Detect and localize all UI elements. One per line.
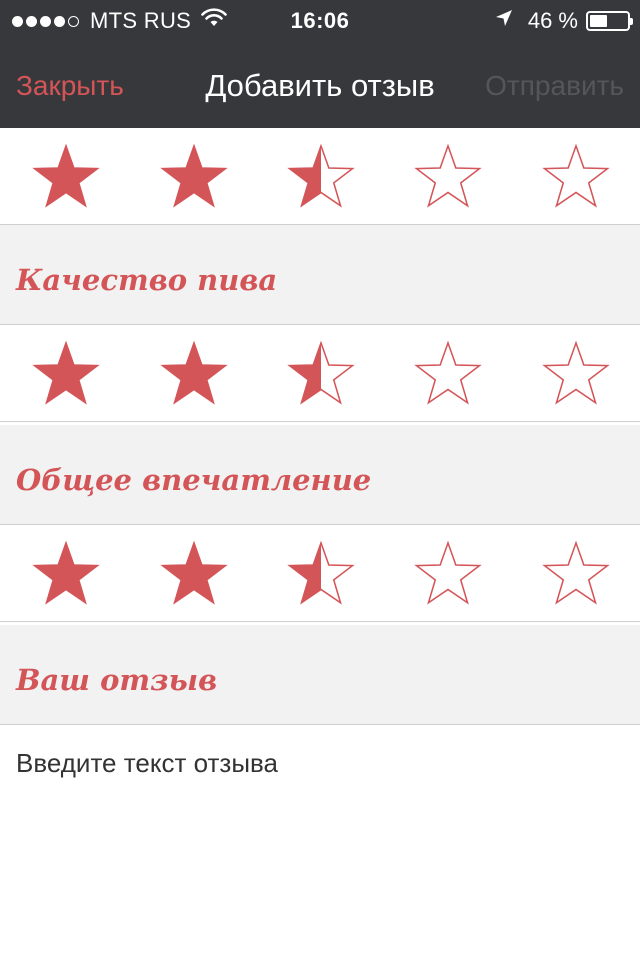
send-button[interactable]: Отправить — [485, 70, 624, 102]
top-bar: MTS RUS 16:06 46 % Закрыть Добавить отзы… — [0, 0, 640, 128]
star-icon[interactable] — [413, 339, 483, 407]
star-icon[interactable] — [286, 142, 356, 210]
battery-cap — [630, 18, 633, 25]
star-icon[interactable] — [413, 142, 483, 210]
review-text-input[interactable] — [14, 746, 628, 940]
star-icon[interactable] — [541, 339, 611, 407]
battery-icon — [586, 11, 633, 31]
star-icon[interactable] — [413, 539, 483, 607]
section-header-your-review: Ваш отзыв — [0, 625, 640, 725]
section-label: Ваш отзыв — [16, 663, 218, 697]
navigation-bar: Закрыть Добавить отзыв Отправить — [0, 40, 640, 128]
star-icon[interactable] — [286, 339, 356, 407]
status-right: 46 % — [494, 8, 633, 34]
section-header-beer-quality: Качество пива — [0, 225, 640, 325]
location-arrow-icon — [494, 8, 514, 34]
star-icon[interactable] — [286, 539, 356, 607]
section-label: Качество пива — [16, 263, 278, 297]
star-icon[interactable] — [159, 142, 229, 210]
section-label: Общее впечатление — [16, 463, 372, 497]
section-header-overall-impression: Общее впечатление — [0, 425, 640, 525]
star-icon[interactable] — [31, 539, 101, 607]
rating-row-beer-quality — [0, 325, 640, 422]
star-icon[interactable] — [541, 539, 611, 607]
star-icon[interactable] — [159, 539, 229, 607]
battery-percent: 46 % — [527, 8, 578, 33]
status-bar: MTS RUS 16:06 46 % — [0, 0, 640, 40]
rating-row-overall-impression — [0, 525, 640, 622]
rating-row-overall-top — [0, 128, 640, 225]
star-icon[interactable] — [31, 339, 101, 407]
battery-level — [590, 15, 607, 27]
star-icon[interactable] — [159, 339, 229, 407]
star-icon[interactable] — [541, 142, 611, 210]
review-area — [0, 726, 640, 960]
star-icon[interactable] — [31, 142, 101, 210]
